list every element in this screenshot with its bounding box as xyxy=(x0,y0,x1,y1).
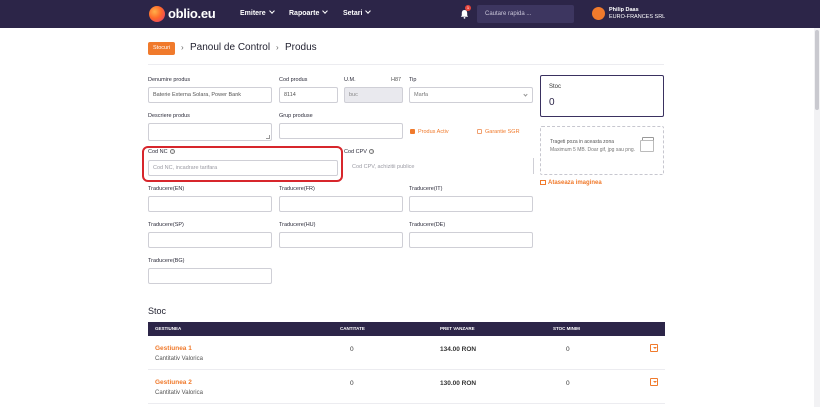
nav-emitere[interactable]: Emitere xyxy=(240,8,275,17)
stock-summary-card: Stoc 0 xyxy=(540,75,664,117)
row-dropdown-icon[interactable] xyxy=(650,344,658,352)
table-row: Gestiunea 2 Cantitativ Valorica 0 130.00… xyxy=(148,372,665,404)
resize-handle-icon[interactable] xyxy=(266,135,270,139)
traducere-fr-label: Traducere(FR) xyxy=(279,186,315,192)
stoc-section-title: Stoc xyxy=(148,306,167,316)
stoc-table-header: GESTIUNEA CANTITATE PRET VANZARE STOC MI… xyxy=(148,322,665,336)
cantitate-value: 0 xyxy=(350,380,354,387)
descriere-textarea[interactable] xyxy=(148,123,272,141)
produs-activ-checkbox[interactable] xyxy=(410,129,415,134)
user-company: EURO-FRANCES SRL xyxy=(609,14,666,20)
avatar[interactable] xyxy=(592,7,605,20)
user-name[interactable]: Philip Daas xyxy=(609,7,639,13)
grup-produse-label: Grup produse xyxy=(279,113,313,119)
breadcrumb-panou[interactable]: Panoul de Control xyxy=(190,42,270,53)
column-header: PRET VANZARE xyxy=(440,326,475,331)
stock-card-value: 0 xyxy=(549,97,555,108)
page-title: Produs xyxy=(285,42,317,53)
notification-badge: 1 xyxy=(465,5,471,11)
tip-label: Tip xyxy=(409,77,417,83)
denumire-label: Denumire produs xyxy=(148,77,191,83)
help-icon[interactable]: ? xyxy=(369,149,375,154)
stoc-minim-value: 0 xyxy=(566,346,570,353)
traducere-it-input[interactable] xyxy=(409,196,533,212)
row-dropdown-icon[interactable] xyxy=(650,378,658,386)
oblio-logo-icon[interactable] xyxy=(149,6,165,22)
column-header: CANTITATE xyxy=(340,326,365,331)
gestiune-link[interactable]: Gestiunea 1 xyxy=(155,345,192,352)
images-icon xyxy=(640,137,654,152)
brand-name[interactable]: oblio.eu xyxy=(168,6,216,21)
traducere-de-label: Traducere(DE) xyxy=(409,222,446,228)
nav-setari[interactable]: Setari xyxy=(343,8,372,17)
traducere-en-label: Traducere(EN) xyxy=(148,186,185,192)
tip-select[interactable]: Marfa xyxy=(409,87,533,103)
cod-cpv-input[interactable]: Cod CPV, achizitii publice xyxy=(352,164,414,170)
chevron-down-icon xyxy=(523,92,528,97)
header-divider xyxy=(148,64,664,65)
produs-activ-label[interactable]: Produs Activ xyxy=(418,129,449,135)
cpv-input-edge xyxy=(533,158,534,174)
column-header: STOC MINIM xyxy=(553,326,580,331)
traducere-bg-label: Traducere(BG) xyxy=(148,258,185,264)
traducere-fr-input[interactable] xyxy=(279,196,403,212)
cod-produs-input[interactable]: 8114 xyxy=(279,87,338,103)
um-input: buc xyxy=(344,87,403,103)
gestiune-type: Cantitativ Valorica xyxy=(155,356,203,362)
cod-cpv-label: Cod CPV ? xyxy=(344,149,375,155)
highlight-box xyxy=(142,146,343,182)
chevron-down-icon xyxy=(322,8,329,14)
breadcrumb-separator: › xyxy=(181,43,184,52)
dropzone-hint: Maximum 5 MB. Doar gif, jpg sau png. xyxy=(550,147,636,153)
search-input[interactable]: Cautare rapida ... xyxy=(477,5,574,23)
dropzone-text: Trageti poza in aceasta zona xyxy=(550,139,615,145)
traducere-sp-input[interactable] xyxy=(148,232,272,248)
traducere-it-label: Traducere(IT) xyxy=(409,186,443,192)
traducere-bg-input[interactable] xyxy=(148,268,272,284)
attach-image-link[interactable]: Ataseaza imaginea xyxy=(540,180,602,186)
descriere-label: Descriere produs xyxy=(148,113,190,119)
traducere-hu-input[interactable] xyxy=(279,232,403,248)
chevron-down-icon xyxy=(365,8,372,14)
nav-rapoarte[interactable]: Rapoarte xyxy=(289,8,329,17)
garantie-sgr-label[interactable]: Garantie SGR xyxy=(485,129,520,135)
pret-value: 130.00 RON xyxy=(440,380,477,387)
denumire-input[interactable]: Baterie Externa Solara, Power Bank xyxy=(148,87,272,103)
top-nav-bar xyxy=(0,0,820,28)
gestiune-link[interactable]: Gestiunea 2 xyxy=(155,379,192,386)
image-icon xyxy=(540,180,546,185)
column-header: GESTIUNEA xyxy=(155,326,182,331)
traducere-de-input[interactable] xyxy=(409,232,533,248)
traducere-hu-label: Traducere(HU) xyxy=(279,222,316,228)
chevron-down-icon xyxy=(268,8,275,14)
grup-produse-input[interactable] xyxy=(279,123,403,139)
breadcrumb-separator: › xyxy=(276,43,279,52)
table-row: Gestiunea 1 Cantitativ Valorica 0 134.00… xyxy=(148,338,665,370)
garantie-sgr-checkbox[interactable] xyxy=(477,129,482,134)
cod-produs-label: Cod produs xyxy=(279,77,308,83)
gestiune-type: Cantitativ Valorica xyxy=(155,390,203,396)
pret-value: 134.00 RON xyxy=(440,346,477,353)
breadcrumb-stocuri[interactable]: Stocuri xyxy=(148,42,176,55)
stoc-minim-value: 0 xyxy=(566,380,570,387)
um-label: U.M. xyxy=(344,77,356,83)
scrollbar-thumb[interactable] xyxy=(815,30,819,110)
stock-card-title: Stoc xyxy=(549,84,562,90)
cantitate-value: 0 xyxy=(350,346,354,353)
image-dropzone[interactable]: Trageti poza in aceasta zona Maximum 5 M… xyxy=(540,126,664,175)
traducere-en-input[interactable] xyxy=(148,196,272,212)
traducere-sp-label: Traducere(SP) xyxy=(148,222,184,228)
um-code: H87 xyxy=(391,77,402,83)
